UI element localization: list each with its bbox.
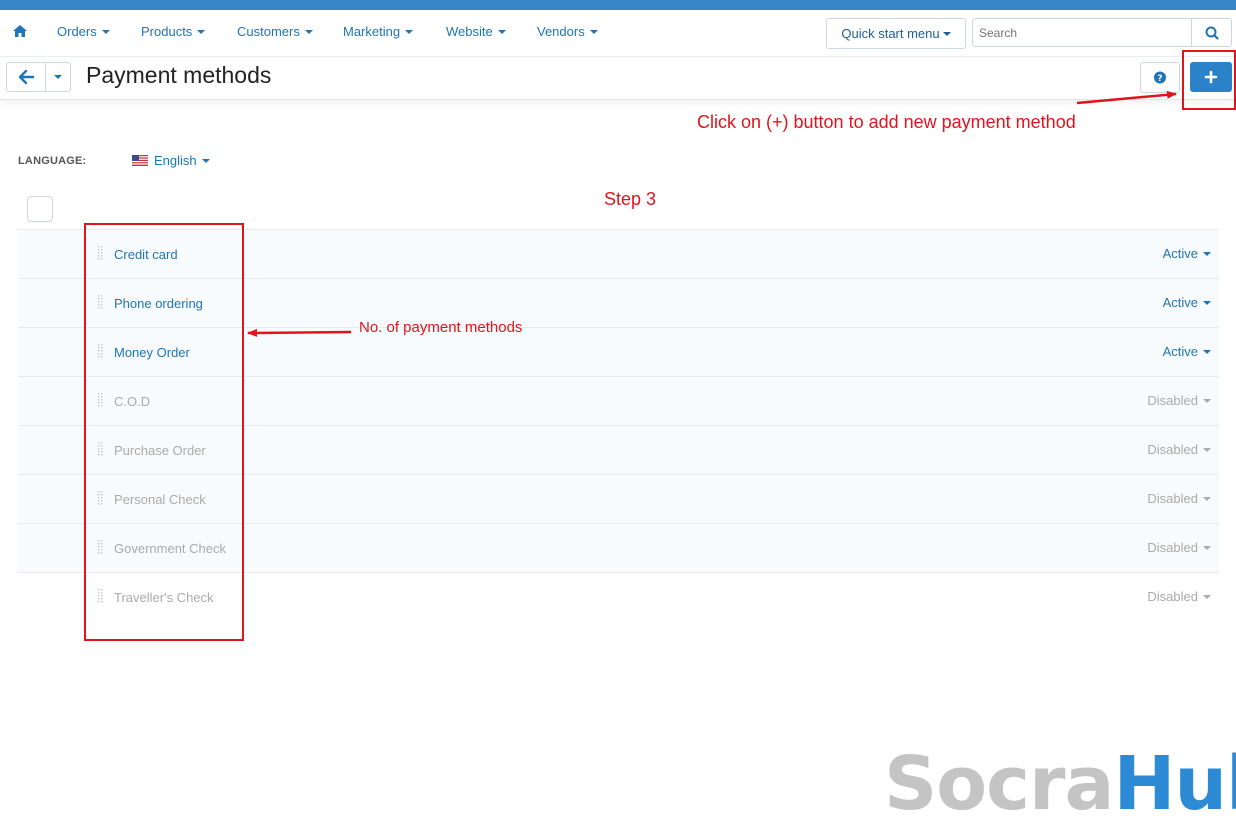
watermark-part2: Hub xyxy=(1113,741,1236,827)
nav-products[interactable]: Products xyxy=(141,24,206,39)
status-dropdown[interactable]: Active xyxy=(1163,295,1211,310)
arrow-left-icon xyxy=(18,69,35,85)
chevron-down-icon xyxy=(1203,301,1211,305)
status-dropdown[interactable]: Disabled xyxy=(1147,491,1211,506)
help-button[interactable]: ? xyxy=(1140,62,1180,93)
status-label: Disabled xyxy=(1147,491,1198,506)
payment-list-highlight-box xyxy=(84,223,244,641)
nav-customers[interactable]: Customers xyxy=(237,24,313,39)
select-all-checkbox[interactable] xyxy=(27,196,53,222)
status-label: Active xyxy=(1162,344,1198,359)
status-dropdown[interactable]: Disabled xyxy=(1147,589,1211,604)
nav-orders-label: Orders xyxy=(57,24,97,39)
status-label: Active xyxy=(1162,246,1198,261)
page-title: Payment methods xyxy=(86,62,272,88)
nav-products-label: Products xyxy=(141,24,193,39)
status-label: Disabled xyxy=(1147,442,1198,457)
back-button[interactable] xyxy=(6,62,46,92)
nav-vendors-label: Vendors xyxy=(537,24,585,39)
back-dropdown-button[interactable] xyxy=(46,62,71,92)
chevron-down-icon xyxy=(1203,252,1211,256)
nav-customers-label: Customers xyxy=(237,24,300,39)
page-toolbar: Payment methods ? xyxy=(0,57,1236,100)
search-button[interactable] xyxy=(1192,18,1232,47)
status-dropdown[interactable]: Disabled xyxy=(1147,442,1211,457)
svg-text:?: ? xyxy=(1157,74,1162,84)
chevron-down-icon xyxy=(589,30,598,34)
language-value: English xyxy=(154,153,197,168)
language-label: LANGUAGE: xyxy=(18,155,87,167)
status-label: Disabled xyxy=(1147,393,1198,408)
add-button-highlight-box xyxy=(1182,50,1236,110)
socrahub-watermark: SocraHub xyxy=(884,744,1236,824)
chevron-down-icon xyxy=(497,30,506,34)
chevron-down-icon xyxy=(1203,448,1211,452)
top-navbar: Orders Products Customers Marketing Webs… xyxy=(0,10,1236,57)
status-label: Active xyxy=(1162,295,1198,310)
status-label: Disabled xyxy=(1147,589,1198,604)
language-selector[interactable]: English xyxy=(132,153,210,168)
search-input[interactable] xyxy=(972,18,1192,47)
step-annotation: Step 3 xyxy=(604,189,657,209)
chevron-down-icon xyxy=(1203,497,1211,501)
chevron-down-icon xyxy=(101,30,110,34)
chevron-down-icon xyxy=(942,32,951,36)
nav-vendors[interactable]: Vendors xyxy=(537,24,598,39)
quick-start-label: Quick start menu xyxy=(841,26,940,41)
chevron-down-icon xyxy=(54,75,62,79)
status-dropdown[interactable]: Active xyxy=(1163,344,1211,359)
top-accent-strip xyxy=(0,0,1236,10)
nav-orders[interactable]: Orders xyxy=(57,24,110,39)
watermark-part1: Socra xyxy=(884,741,1114,827)
nav-marketing-label: Marketing xyxy=(343,24,401,39)
chevron-down-icon xyxy=(304,30,313,34)
chevron-down-icon xyxy=(197,30,206,34)
nav-website-label: Website xyxy=(446,24,493,39)
home-icon[interactable] xyxy=(12,23,28,41)
chevron-down-icon xyxy=(1203,399,1211,403)
search-icon xyxy=(1205,26,1219,40)
chevron-down-icon xyxy=(1203,350,1211,354)
add-hint-annotation: Click on (+) button to add new payment m… xyxy=(697,112,1076,132)
help-icon: ? xyxy=(1154,71,1166,84)
status-dropdown[interactable]: Disabled xyxy=(1147,540,1211,555)
status-dropdown[interactable]: Disabled xyxy=(1147,393,1211,408)
status-label: Disabled xyxy=(1147,540,1198,555)
nav-marketing[interactable]: Marketing xyxy=(343,24,414,39)
chevron-down-icon xyxy=(1203,595,1211,599)
quick-start-menu-button[interactable]: Quick start menu xyxy=(826,18,966,49)
status-dropdown[interactable]: Active xyxy=(1163,246,1211,261)
us-flag-icon xyxy=(132,155,148,166)
nav-website[interactable]: Website xyxy=(446,24,506,39)
chevron-down-icon xyxy=(405,30,414,34)
chevron-down-icon xyxy=(201,159,210,163)
chevron-down-icon xyxy=(1203,546,1211,550)
list-hint-annotation: No. of payment methods xyxy=(359,319,523,336)
